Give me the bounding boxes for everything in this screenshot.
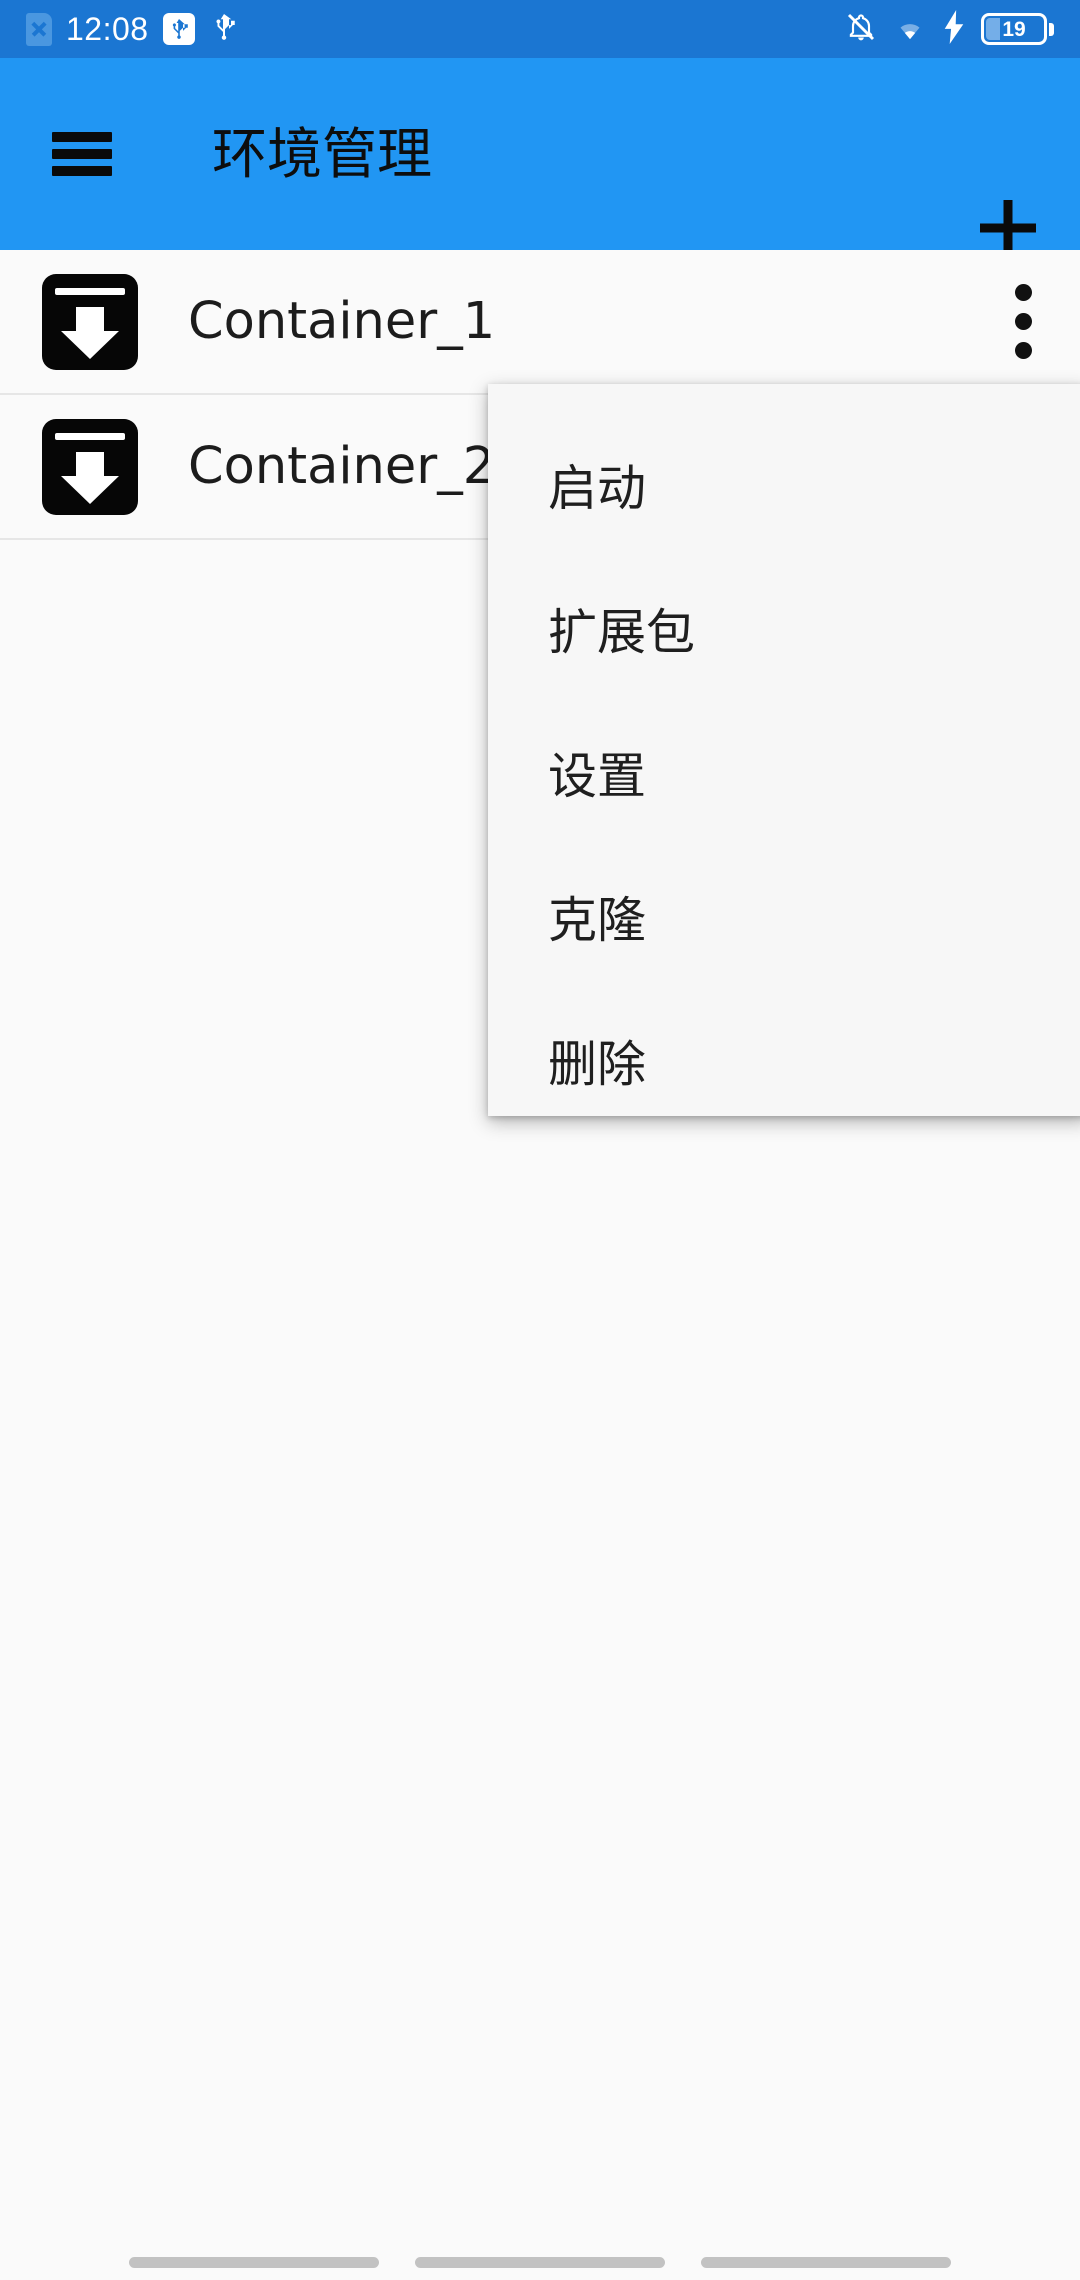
usb-debug-icon: [162, 13, 195, 45]
nav-pill-recents[interactable]: [701, 2257, 951, 2268]
more-vertical-icon[interactable]: [1008, 276, 1038, 368]
page-title: 环境管理: [212, 122, 433, 186]
icon-arrow-head: [61, 475, 119, 504]
container-download-icon: [42, 273, 138, 370]
menu-item-delete[interactable]: 删除: [488, 988, 1080, 1132]
sim-card-x-icon: [26, 12, 52, 46]
icon-arrow-stem: [76, 306, 104, 333]
hamburger-bar-3: [52, 166, 112, 176]
list-item[interactable]: Container_1: [0, 250, 1080, 395]
battery-fill: [986, 18, 1000, 40]
status-bar: 12:08 19: [0, 0, 1080, 58]
dot-2: [1014, 313, 1032, 330]
battery-level-text: 19: [1002, 17, 1026, 41]
container-download-icon: [42, 418, 138, 515]
hamburger-menu-icon[interactable]: [42, 128, 122, 180]
status-bar-right: 19: [845, 9, 1054, 49]
nav-pill-back[interactable]: [129, 2257, 379, 2268]
icon-arrow-stem: [76, 451, 104, 478]
dot-3: [1014, 342, 1032, 359]
battery-body: 19: [981, 13, 1047, 45]
menu-item-clone[interactable]: 克隆: [488, 844, 1080, 988]
menu-item-start[interactable]: 启动: [488, 412, 1080, 556]
nav-pill-home[interactable]: [415, 2257, 665, 2268]
menu-item-expansion-pack[interactable]: 扩展包: [488, 556, 1080, 700]
hamburger-bar-2: [52, 149, 112, 159]
status-bar-left: 12:08: [26, 10, 845, 49]
wifi-icon: [893, 12, 927, 47]
usb-icon: [209, 10, 239, 49]
battery-indicator: 19: [981, 13, 1054, 45]
navigation-bar: [0, 2190, 1080, 2280]
icon-lid: [55, 432, 125, 440]
list-item-label: Container_1: [188, 292, 496, 351]
bell-off-icon: [845, 11, 877, 48]
context-menu: 启动 扩展包 设置 克隆 删除: [488, 384, 1080, 1116]
dot-1: [1014, 284, 1032, 301]
list-item-label: Container_2: [188, 437, 496, 496]
menu-item-settings[interactable]: 设置: [488, 700, 1080, 844]
charging-bolt-icon: [943, 9, 965, 49]
icon-arrow-head: [61, 330, 119, 359]
battery-cap: [1049, 22, 1054, 36]
app-bar: 环境管理: [0, 58, 1080, 250]
status-bar-clock: 12:08: [66, 10, 149, 47]
icon-lid: [55, 287, 125, 295]
hamburger-bar-1: [52, 132, 112, 142]
phone-screen: 12:08 19 环境管理 Container_1 Container_2 启动…: [0, 0, 1080, 2280]
